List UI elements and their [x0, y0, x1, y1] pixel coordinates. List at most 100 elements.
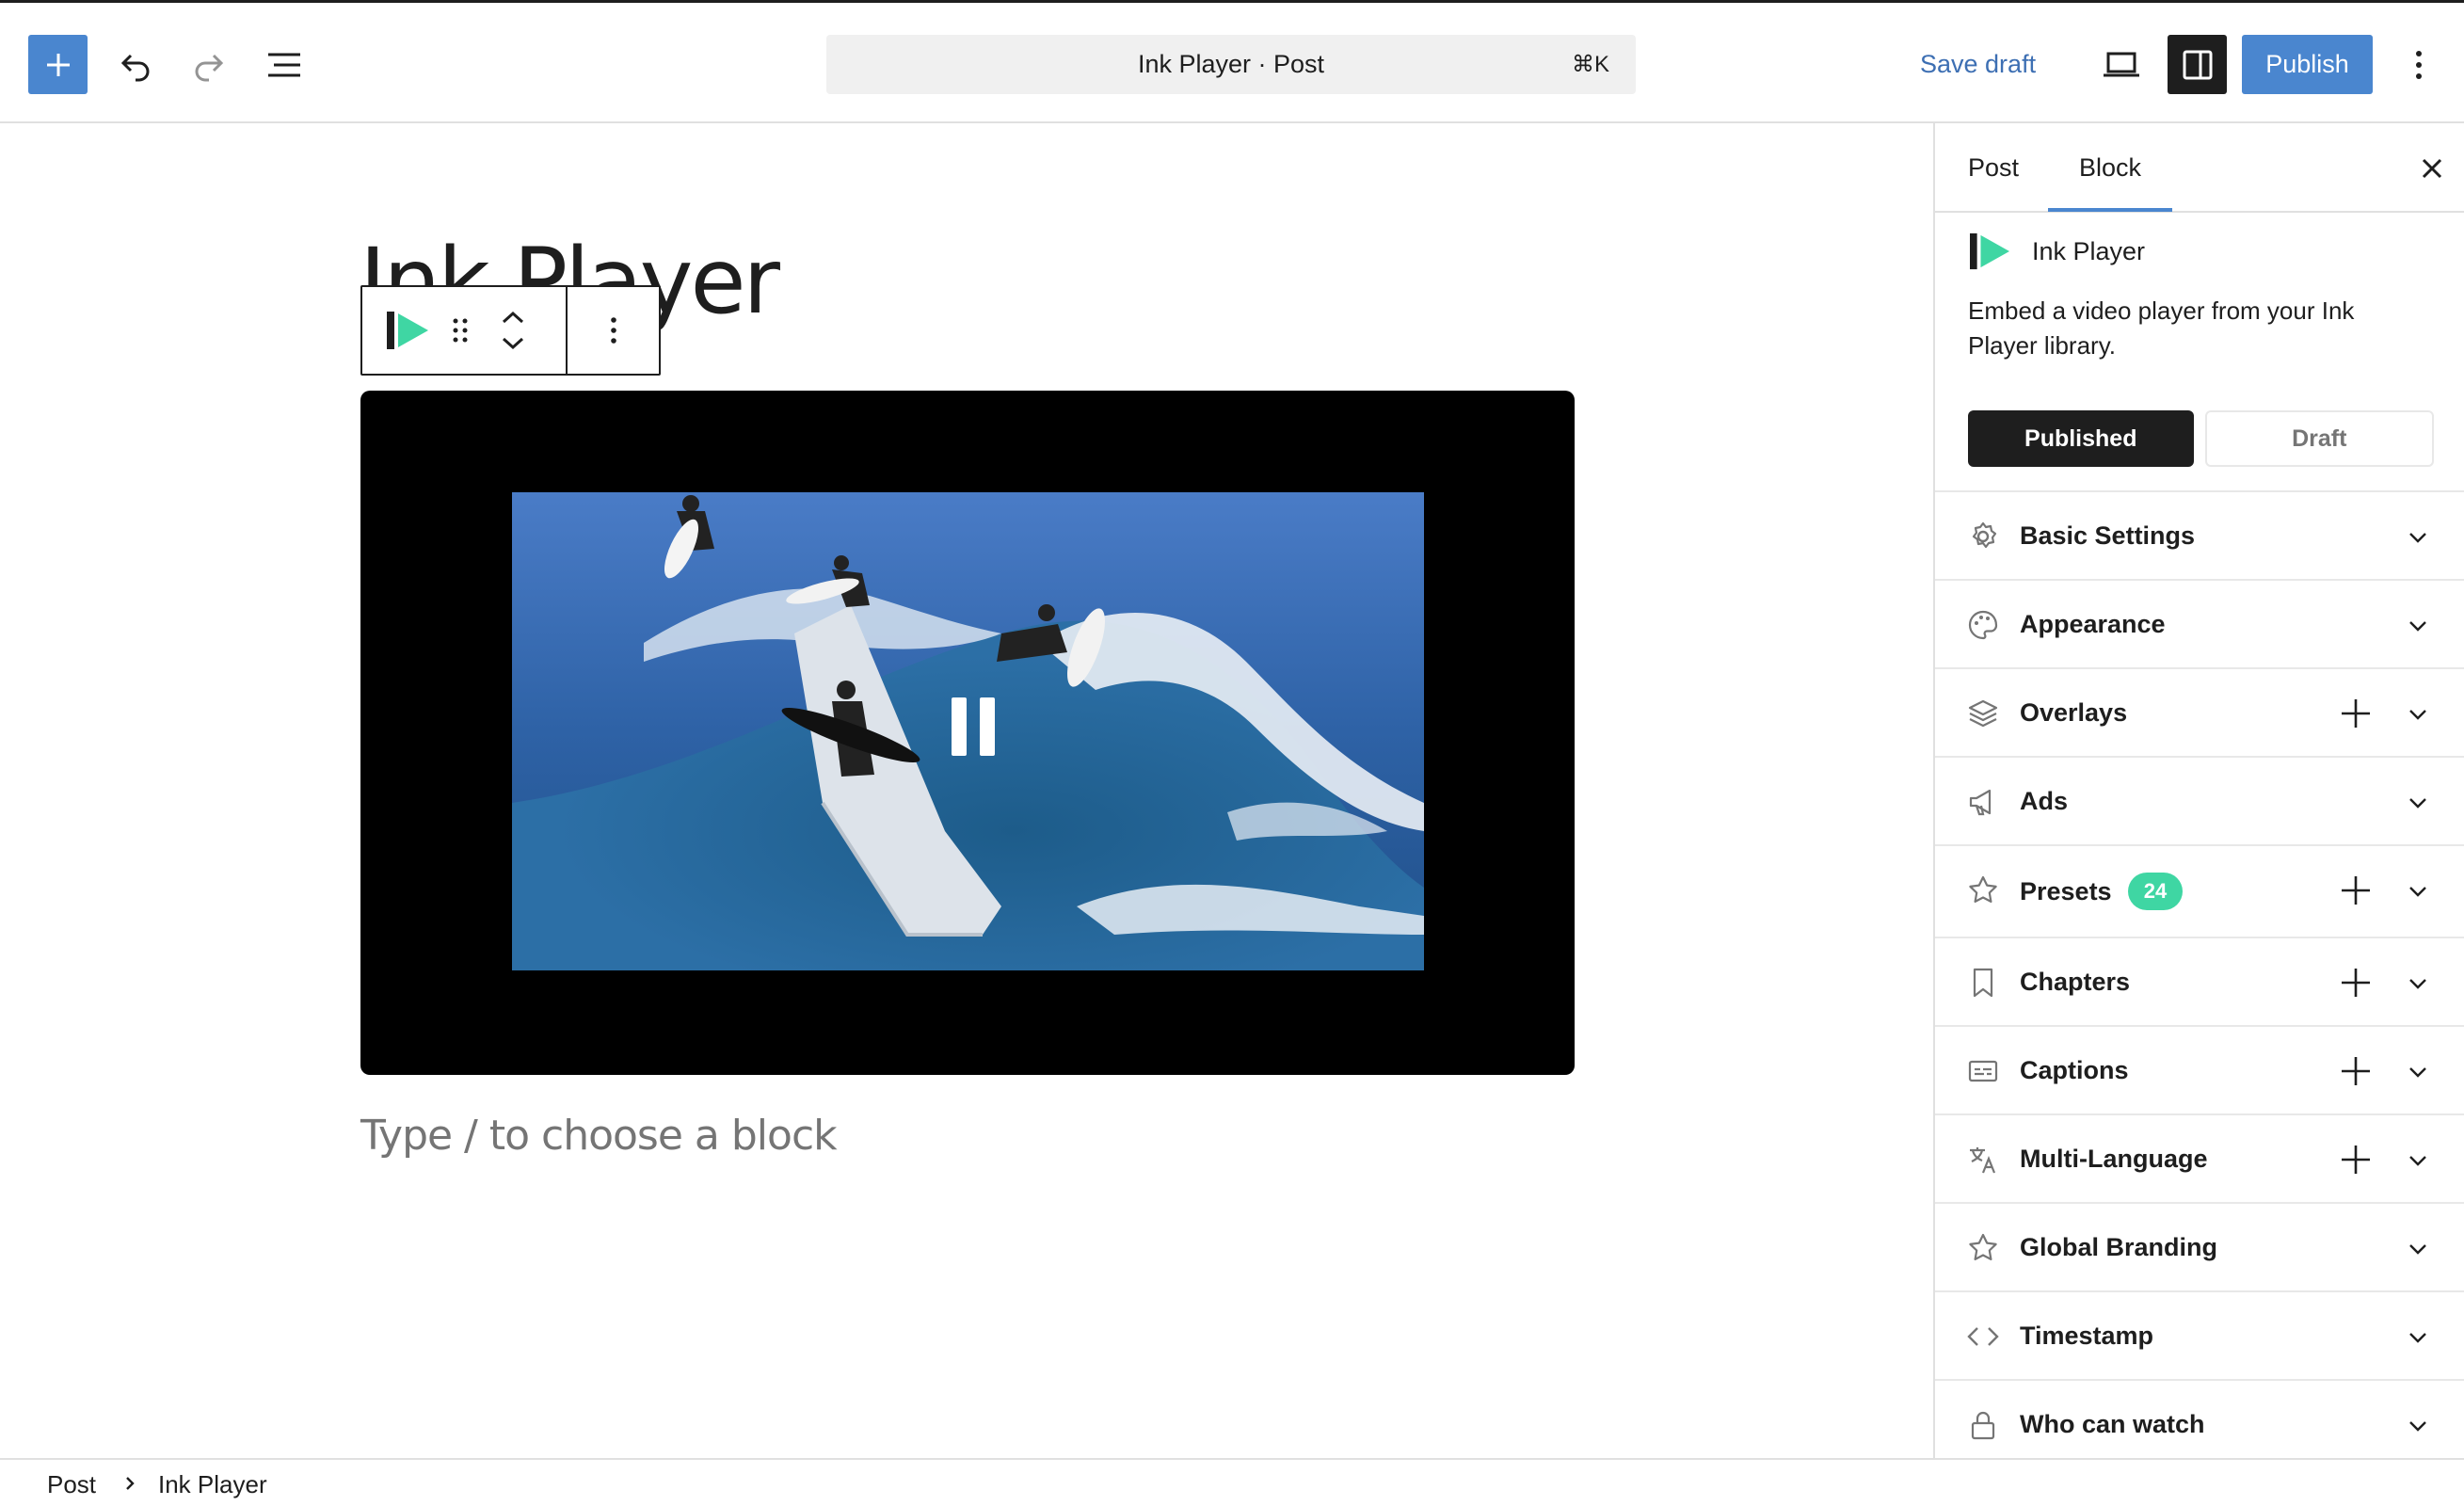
ink-player-block[interactable]	[360, 391, 1575, 1075]
close-icon	[2422, 158, 2442, 179]
desktop-view-icon	[2103, 52, 2139, 76]
panel-multi-language[interactable]: Multi-Language	[1935, 1113, 2464, 1202]
chevron-down-icon	[2409, 533, 2426, 543]
close-sidebar-button[interactable]	[2415, 152, 2449, 185]
settings-panels: Basic Settings Appearance Overlays Ads P…	[1935, 490, 2464, 1458]
status-draft-button[interactable]: Draft	[2204, 410, 2434, 467]
command-palette-bar[interactable]: Ink Player · Post ⌘K	[826, 35, 1636, 94]
editor-canvas: Ink Player Type / to choose a block	[0, 123, 1933, 1458]
ink-player-logo-icon	[387, 312, 428, 349]
chevron-down-icon	[502, 337, 524, 350]
settings-sidebar: Post Block Ink Player Embed a video play…	[1933, 123, 2464, 1458]
star-icon	[1969, 1233, 1997, 1260]
panel-who-can-watch[interactable]: Who can watch	[1935, 1379, 2464, 1458]
settings-sidebar-toggle[interactable]	[2168, 35, 2227, 94]
panel-label: Chapters	[2020, 967, 2131, 996]
code-icon	[1967, 1327, 1999, 1346]
move-down-button[interactable]	[502, 337, 524, 350]
breadcrumb-item-post[interactable]: Post	[47, 1470, 96, 1499]
undo-icon	[120, 54, 149, 81]
block-toolbar-primary-group	[362, 287, 568, 374]
block-type-switcher[interactable]	[385, 310, 430, 351]
keyboard-shortcut: ⌘K	[1571, 52, 1609, 77]
status-toggle: Published Draft	[1968, 410, 2434, 467]
panel-label: Appearance	[2020, 609, 2166, 638]
gear-icon	[1972, 521, 1997, 549]
undo-button[interactable]	[105, 35, 165, 94]
status-published-button[interactable]: Published	[1968, 410, 2194, 467]
document-overview-button[interactable]	[254, 35, 313, 94]
list-view-icon	[267, 53, 300, 76]
tab-block[interactable]: Block	[2048, 123, 2172, 213]
block-toolbar	[360, 285, 661, 376]
more-vertical-icon	[610, 317, 616, 344]
panel-global-branding[interactable]: Global Branding	[1935, 1202, 2464, 1290]
block-appender[interactable]: Type / to choose a block	[360, 1112, 838, 1160]
block-toolbar-options-group	[568, 287, 659, 374]
active-tab-indicator	[2048, 208, 2172, 212]
block-inserter-button[interactable]	[28, 35, 88, 94]
options-menu-button[interactable]	[2389, 35, 2448, 94]
chevron-right-icon	[126, 1477, 135, 1490]
editor-top-toolbar: Ink Player · Post ⌘K Save draft Publish	[0, 0, 2464, 123]
panel-appearance[interactable]: Appearance	[1935, 579, 2464, 667]
tab-post[interactable]: Post	[1968, 123, 2019, 213]
block-description: Embed a video player from your Ink Playe…	[1968, 296, 2355, 360]
pause-bar	[980, 697, 995, 756]
add-preset-button[interactable]	[2338, 873, 2374, 908]
panel-label: Multi-Language	[2020, 1144, 2208, 1173]
panel-label: Presets	[2020, 876, 2112, 905]
add-language-button[interactable]	[2338, 1142, 2374, 1178]
block-card: Ink Player Embed a video player from you…	[1968, 232, 2439, 363]
panel-ads[interactable]: Ads	[1935, 756, 2464, 844]
preview-button[interactable]	[2091, 35, 2151, 94]
more-vertical-icon	[2415, 50, 2422, 79]
publish-button[interactable]: Publish	[2242, 35, 2373, 94]
chevron-down-icon	[2409, 1156, 2426, 1166]
panel-captions[interactable]: Captions	[1935, 1025, 2464, 1113]
palette-icon	[1968, 610, 1998, 640]
panel-label: Who can watch	[2020, 1409, 2205, 1438]
redo-button[interactable]	[179, 35, 238, 94]
drag-handle-icon	[453, 318, 468, 343]
panel-chapters[interactable]: Chapters	[1935, 937, 2464, 1025]
lock-icon	[1971, 1411, 1995, 1440]
drag-handle[interactable]	[451, 316, 470, 344]
bookmark-icon	[1973, 968, 1993, 998]
video-frame[interactable]	[512, 492, 1424, 970]
layers-icon	[1968, 699, 1998, 728]
block-mover	[502, 311, 524, 350]
add-chapter-button[interactable]	[2338, 965, 2374, 1001]
chevron-down-icon	[2409, 798, 2426, 809]
add-overlay-button[interactable]	[2338, 696, 2374, 731]
megaphone-icon	[1969, 789, 1992, 816]
sidebar-icon	[2183, 50, 2212, 79]
panel-overlays[interactable]: Overlays	[1935, 667, 2464, 756]
block-card-header: Ink Player	[1968, 232, 2439, 271]
pause-button[interactable]	[940, 697, 1006, 763]
redo-icon	[195, 54, 223, 81]
breadcrumb: Post Ink Player	[0, 1458, 2464, 1506]
chevron-down-icon	[2409, 1067, 2426, 1078]
panel-basic-settings[interactable]: Basic Settings	[1935, 490, 2464, 579]
move-up-button[interactable]	[502, 311, 524, 324]
captions-icon	[1968, 1060, 1998, 1082]
block-name: Ink Player	[2032, 236, 2146, 265]
chevron-down-icon	[2409, 979, 2426, 989]
panel-label: Basic Settings	[2020, 521, 2196, 550]
save-draft-button[interactable]: Save draft	[1920, 35, 2036, 94]
ink-player-logo-icon	[1970, 232, 2009, 270]
chevron-down-icon	[2409, 1244, 2426, 1255]
panel-presets[interactable]: Presets 24	[1935, 844, 2464, 937]
panel-label: Overlays	[2020, 697, 2128, 727]
breadcrumb-item-block[interactable]: Ink Player	[158, 1470, 267, 1499]
panel-label: Global Branding	[2020, 1232, 2218, 1261]
chevron-up-icon	[502, 311, 524, 324]
pause-bar	[952, 697, 967, 756]
panel-label: Captions	[2020, 1055, 2129, 1084]
add-caption-button[interactable]	[2338, 1053, 2374, 1089]
block-options-button[interactable]	[609, 316, 618, 344]
plus-icon	[46, 53, 70, 76]
chevron-down-icon	[2409, 621, 2426, 632]
panel-timestamp[interactable]: Timestamp	[1935, 1290, 2464, 1379]
